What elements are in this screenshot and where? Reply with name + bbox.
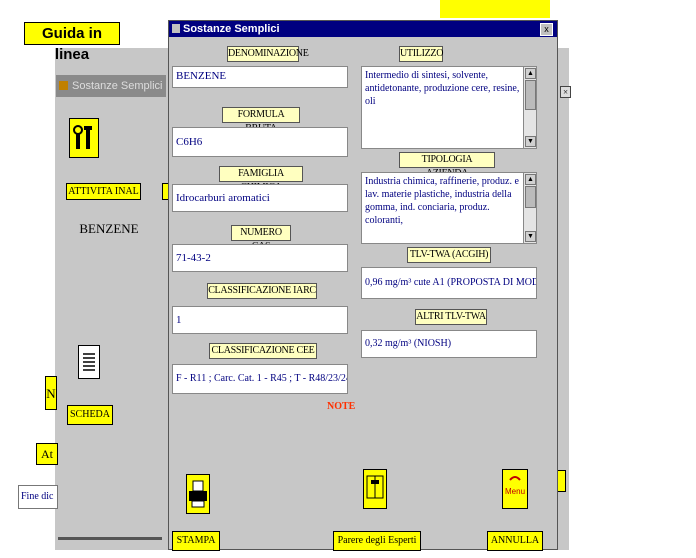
n-button[interactable]: N: [45, 376, 57, 410]
tools-icon[interactable]: [69, 118, 99, 158]
background-subwindow-title[interactable]: Sostanze Semplici: [56, 75, 166, 97]
altri-tlv-label: ALTRI TLV-TWA: [415, 309, 487, 325]
tipologia-text: Industria chimica, raffinerie, produz. e…: [365, 176, 519, 226]
scroll-up-icon[interactable]: ▲: [525, 68, 536, 79]
cee-label: CLASSIFICAZIONE CEE: [209, 343, 317, 359]
scroll-down-icon[interactable]: ▼: [525, 136, 536, 147]
annulla-button[interactable]: ANNULLA: [487, 531, 543, 551]
stampa-button[interactable]: STAMPA: [172, 531, 220, 551]
cas-field[interactable]: 71-43-2: [172, 244, 348, 272]
menu-icon[interactable]: Menu: [502, 469, 528, 509]
experts-icon[interactable]: [363, 469, 387, 509]
note-link[interactable]: NOTE: [327, 401, 357, 417]
utilizzo-text: Intermedio di sintesi, solvente, antidet…: [365, 70, 520, 107]
tipologia-field[interactable]: Industria chimica, raffinerie, produz. e…: [361, 172, 537, 244]
famiglia-label: FAMIGLIA CHIMICA: [219, 166, 303, 193]
iarc-label: CLASSIFICAZIONE IARC: [207, 283, 317, 299]
divider: [58, 537, 162, 540]
cas-label: NUMERO CAS: [231, 225, 291, 252]
app-icon: [59, 81, 68, 90]
tlv-acgih-label: TLV-TWA (ACGIH): [407, 247, 491, 263]
printer-icon[interactable]: [186, 474, 210, 514]
subwindow-title-text: Sostanze Semplici: [72, 80, 163, 92]
tipologia-scrollbar[interactable]: ▲ ▼: [523, 173, 536, 243]
dialog-title: Sostanze Semplici: [183, 23, 280, 35]
menu-icon-text: Menu: [505, 487, 525, 496]
status-field: Fine dic: [18, 485, 58, 509]
utilizzo-label: UTILIZZO: [399, 46, 443, 62]
dialog-titlebar[interactable]: Sostanze Semplici x: [169, 21, 557, 37]
iarc-field[interactable]: 1: [172, 306, 348, 334]
scroll-up-icon[interactable]: ▲: [525, 174, 536, 185]
sostanze-dialog: Sostanze Semplici x DENOMINAZIONE BENZEN…: [168, 20, 558, 551]
tlv-acgih-field[interactable]: 0,96 mg/m³ cute A1 (PROPOSTA DI MODI: [361, 267, 537, 299]
scroll-thumb[interactable]: [525, 80, 536, 110]
utilizzo-scrollbar[interactable]: ▲ ▼: [523, 67, 536, 148]
tipologia-label: TIPOLOGIA AZIENDA: [399, 152, 495, 179]
formula-field[interactable]: C6H6: [172, 127, 348, 157]
altri-tlv-field[interactable]: 0,32 mg/m³ (NIOSH): [361, 330, 537, 358]
substance-name: BENZENE: [79, 221, 139, 236]
parere-esperti-button[interactable]: Parere degli Esperti: [333, 531, 421, 551]
scheda-button[interactable]: SCHEDA: [67, 405, 113, 425]
formula-label: FORMULA BRUTA: [222, 107, 300, 134]
utilizzo-field[interactable]: Intermedio di sintesi, solvente, antidet…: [361, 66, 537, 149]
cee-field[interactable]: F - R11 ; Carc. Cat. 1 - R45 ; T - R48/2…: [172, 364, 348, 394]
close-icon[interactable]: ×: [560, 86, 571, 98]
scroll-down-icon[interactable]: ▼: [525, 231, 536, 242]
denominazione-field[interactable]: BENZENE: [172, 66, 348, 88]
scroll-thumb[interactable]: [525, 186, 536, 208]
help-online-button[interactable]: Guida in linea: [24, 22, 120, 63]
dialog-close-button[interactable]: x: [540, 23, 553, 36]
document-icon[interactable]: [78, 345, 100, 379]
window-icon: [172, 24, 180, 33]
denominazione-label: DENOMINAZIONE: [227, 46, 309, 62]
famiglia-field[interactable]: Idrocarburi aromatici: [172, 184, 348, 212]
at-button[interactable]: At: [36, 443, 58, 465]
attivita-button[interactable]: ATTIVITA INAL: [66, 183, 141, 200]
background-top-strip: [440, 0, 550, 18]
